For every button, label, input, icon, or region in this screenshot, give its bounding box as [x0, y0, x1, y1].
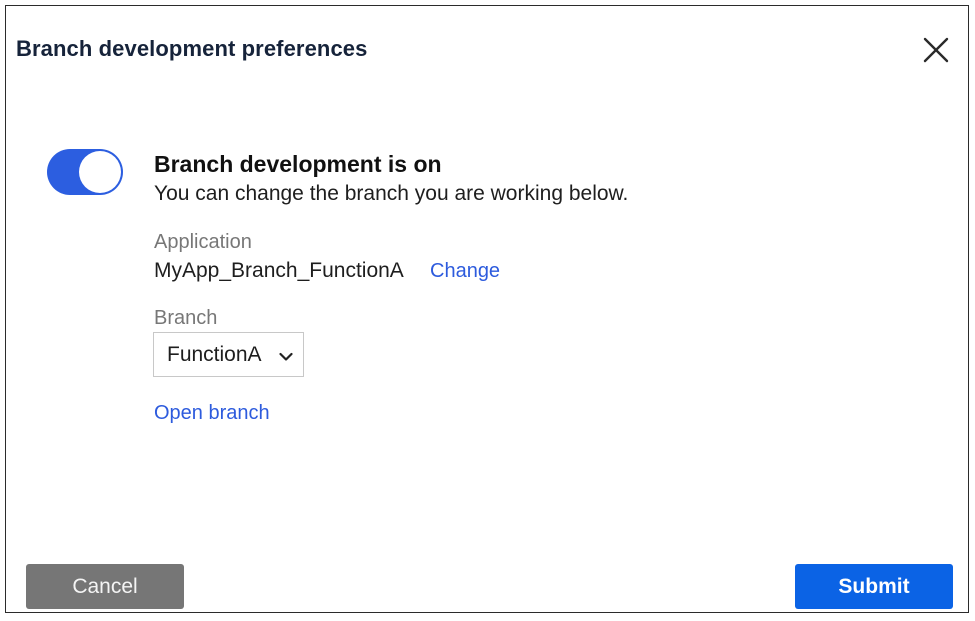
branch-label: Branch: [154, 307, 218, 329]
open-branch-link[interactable]: Open branch: [154, 402, 270, 425]
branch-select-value: FunctionA: [167, 343, 262, 366]
close-icon[interactable]: [922, 36, 950, 64]
cancel-button[interactable]: Cancel: [26, 564, 184, 609]
status-heading: Branch development is on: [154, 151, 442, 177]
application-value: MyApp_Branch_FunctionA: [154, 259, 404, 282]
change-application-link[interactable]: Change: [430, 260, 500, 283]
chevron-down-icon: [279, 349, 293, 361]
dialog-title: Branch development preferences: [16, 36, 368, 61]
branch-select[interactable]: FunctionA: [153, 332, 304, 377]
submit-button[interactable]: Submit: [795, 564, 953, 609]
application-label: Application: [154, 231, 252, 253]
preferences-dialog: Branch development preferences Branch de…: [5, 5, 969, 613]
branch-development-toggle[interactable]: [47, 149, 123, 195]
toggle-knob: [79, 151, 121, 193]
status-description: You can change the branch you are workin…: [154, 182, 629, 205]
